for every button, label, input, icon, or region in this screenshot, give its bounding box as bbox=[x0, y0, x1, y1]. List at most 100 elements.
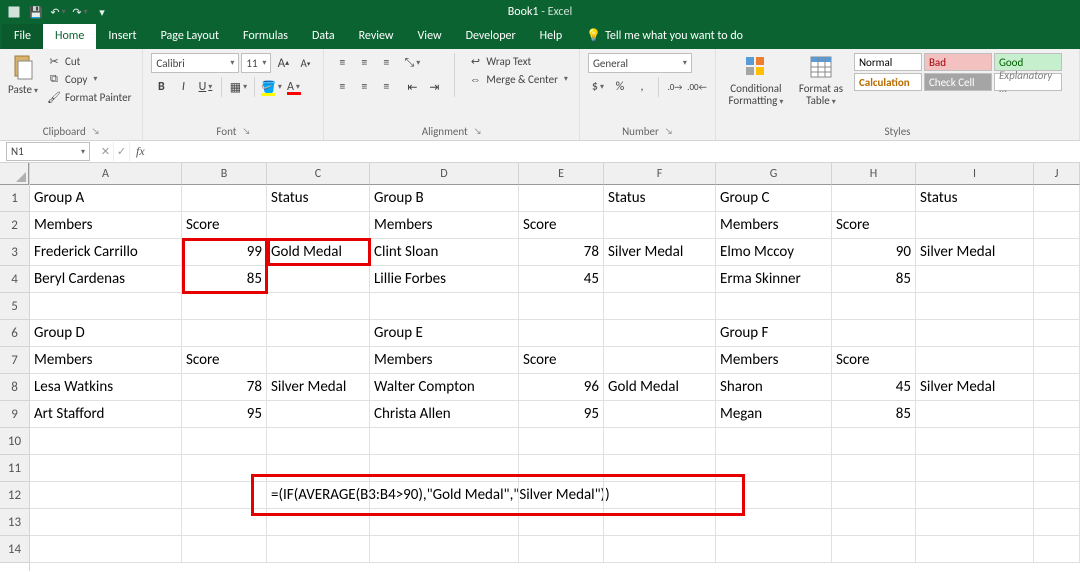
cell[interactable]: 96 bbox=[519, 374, 604, 401]
cell[interactable]: Group F bbox=[716, 320, 832, 347]
italic-button[interactable]: I bbox=[173, 77, 193, 97]
cell[interactable]: 45 bbox=[832, 374, 916, 401]
cell[interactable] bbox=[1034, 239, 1080, 266]
cell[interactable] bbox=[519, 509, 604, 536]
tab-formulas[interactable]: Formulas bbox=[231, 24, 300, 49]
column-header[interactable]: J bbox=[1034, 163, 1080, 185]
cell[interactable] bbox=[182, 536, 267, 563]
cell[interactable] bbox=[182, 509, 267, 536]
font-size-selector[interactable]: 11▾ bbox=[241, 53, 271, 73]
enter-formula-button[interactable]: ✓ bbox=[114, 142, 130, 161]
cell[interactable] bbox=[370, 428, 519, 455]
style-calculation[interactable]: Calculation bbox=[854, 73, 922, 91]
column-header[interactable]: A bbox=[30, 163, 182, 185]
tell-me[interactable]: 💡 Tell me what you want to do bbox=[574, 23, 755, 49]
cell[interactable] bbox=[716, 536, 832, 563]
cell[interactable] bbox=[370, 482, 519, 509]
insert-function-button[interactable]: fx bbox=[130, 144, 151, 159]
cell[interactable] bbox=[1034, 320, 1080, 347]
cell[interactable]: Gold Medal bbox=[267, 239, 370, 266]
cell[interactable] bbox=[916, 320, 1034, 347]
column-header[interactable]: B bbox=[182, 163, 267, 185]
cell[interactable]: 95 bbox=[519, 401, 604, 428]
align-left-button[interactable]: ≡ bbox=[332, 77, 352, 97]
cell[interactable] bbox=[182, 455, 267, 482]
cell[interactable]: Lesa Watkins bbox=[30, 374, 182, 401]
cell[interactable] bbox=[267, 320, 370, 347]
row-header[interactable]: 5 bbox=[0, 293, 29, 320]
cell[interactable] bbox=[716, 293, 832, 320]
cell[interactable]: 45 bbox=[519, 266, 604, 293]
row-header[interactable]: 12 bbox=[0, 482, 29, 509]
cell[interactable] bbox=[30, 428, 182, 455]
cell[interactable] bbox=[182, 482, 267, 509]
cell[interactable]: 85 bbox=[832, 401, 916, 428]
cell[interactable] bbox=[30, 293, 182, 320]
cell[interactable] bbox=[916, 482, 1034, 509]
cell[interactable]: 78 bbox=[519, 239, 604, 266]
cell[interactable]: Status bbox=[604, 185, 716, 212]
cell[interactable] bbox=[519, 293, 604, 320]
cells-grid[interactable]: Group AStatusGroup BStatusGroup CStatus … bbox=[30, 185, 1080, 563]
decrease-indent-button[interactable]: ⇤ bbox=[402, 77, 422, 97]
cell[interactable] bbox=[832, 536, 916, 563]
row-header[interactable]: 1 bbox=[0, 185, 29, 212]
cell[interactable]: 99 bbox=[182, 239, 267, 266]
cell[interactable] bbox=[182, 320, 267, 347]
cell[interactable] bbox=[832, 482, 916, 509]
cell[interactable]: 85 bbox=[182, 266, 267, 293]
cell[interactable]: Status bbox=[916, 185, 1034, 212]
column-header[interactable]: E bbox=[519, 163, 604, 185]
cell[interactable]: Members bbox=[716, 347, 832, 374]
align-top-button[interactable]: ≡ bbox=[332, 53, 352, 73]
cell[interactable] bbox=[519, 320, 604, 347]
style-explanatory[interactable]: Explanatory ... bbox=[994, 73, 1062, 91]
cell[interactable] bbox=[370, 293, 519, 320]
cell[interactable] bbox=[267, 455, 370, 482]
format-painter-button[interactable]: 🖌Format Painter bbox=[44, 89, 134, 105]
cell[interactable]: Art Stafford bbox=[30, 401, 182, 428]
cell[interactable]: Score bbox=[832, 212, 916, 239]
column-header[interactable]: F bbox=[604, 163, 716, 185]
cell[interactable] bbox=[267, 509, 370, 536]
format-as-table-button[interactable]: Format as Table bbox=[794, 53, 848, 107]
cell[interactable]: Members bbox=[716, 212, 832, 239]
cell[interactable] bbox=[604, 320, 716, 347]
qat-customize-icon[interactable]: ▾ bbox=[94, 4, 110, 20]
cell[interactable]: Members bbox=[30, 212, 182, 239]
cell[interactable]: Members bbox=[370, 212, 519, 239]
wrap-text-button[interactable]: ↩Wrap Text bbox=[465, 53, 571, 69]
cell[interactable] bbox=[267, 347, 370, 374]
name-box[interactable]: N1▾ bbox=[6, 142, 90, 161]
cell[interactable]: Group C bbox=[716, 185, 832, 212]
tab-review[interactable]: Review bbox=[347, 24, 406, 49]
cell[interactable] bbox=[1034, 293, 1080, 320]
dialog-launcher-icon[interactable]: ↘ bbox=[242, 126, 250, 137]
dialog-launcher-icon[interactable]: ↘ bbox=[92, 126, 100, 137]
row-header[interactable]: 6 bbox=[0, 320, 29, 347]
cell[interactable] bbox=[267, 266, 370, 293]
percent-button[interactable]: % bbox=[610, 77, 630, 97]
cell[interactable] bbox=[1034, 401, 1080, 428]
row-header[interactable]: 3 bbox=[0, 239, 29, 266]
column-header[interactable]: D bbox=[370, 163, 519, 185]
cell[interactable]: Score bbox=[519, 347, 604, 374]
column-header[interactable]: C bbox=[267, 163, 370, 185]
copy-button[interactable]: ⧉Copy bbox=[44, 71, 134, 87]
tab-help[interactable]: Help bbox=[528, 24, 575, 49]
cell[interactable] bbox=[604, 482, 716, 509]
save-icon[interactable]: 💾 bbox=[28, 4, 44, 20]
cell[interactable] bbox=[267, 401, 370, 428]
bold-button[interactable]: B bbox=[151, 77, 171, 97]
align-center-button[interactable]: ≡ bbox=[354, 77, 374, 97]
cell[interactable] bbox=[832, 455, 916, 482]
cell[interactable] bbox=[30, 509, 182, 536]
underline-button[interactable]: U bbox=[195, 77, 215, 97]
cell[interactable] bbox=[370, 536, 519, 563]
cell[interactable] bbox=[519, 185, 604, 212]
cell[interactable]: Clint Sloan bbox=[370, 239, 519, 266]
cell[interactable] bbox=[267, 212, 370, 239]
font-name-selector[interactable]: Calibri▾ bbox=[151, 53, 239, 73]
cell[interactable]: Sharon bbox=[716, 374, 832, 401]
column-header[interactable]: H bbox=[832, 163, 916, 185]
